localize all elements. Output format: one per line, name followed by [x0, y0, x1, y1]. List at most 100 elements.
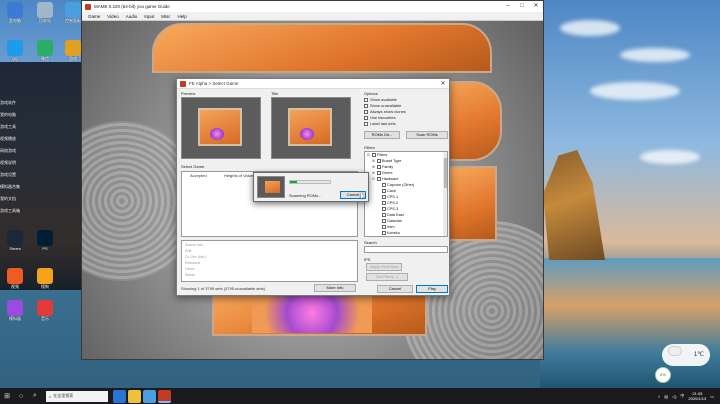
filter-tree-item[interactable]: CPS-2 [377, 201, 398, 205]
checkbox[interactable] [376, 177, 381, 181]
filter-tree-item[interactable]: CPS-1 [377, 195, 398, 199]
checkbox[interactable] [364, 115, 368, 120]
menu-help[interactable]: Help [177, 14, 186, 19]
search-icon[interactable]: ⌕ [28, 388, 42, 404]
roms-dir-button[interactable]: ROMs Dir... [364, 131, 400, 139]
checkbox[interactable] [376, 159, 381, 163]
set-filter-button[interactable]: Set Filter(...) [366, 273, 408, 281]
option-checkbox[interactable]: Always show clones [364, 109, 406, 114]
desktop-icon[interactable]: 此电脑 [4, 2, 26, 23]
checkbox[interactable] [381, 189, 386, 193]
scroll-thumb[interactable] [443, 158, 447, 188]
desktop-icon[interactable]: 搜狗 [34, 268, 56, 289]
task-view-icon[interactable]: ○ [14, 388, 28, 404]
filter-tree-item[interactable]: ⊞ Family [372, 165, 393, 169]
filter-tree-item[interactable]: Galaxian [377, 219, 402, 223]
checkbox[interactable] [381, 225, 386, 229]
notification-icon[interactable]: ▭ [710, 394, 714, 399]
menu-input[interactable]: Input [144, 14, 154, 19]
desktop-icon[interactable]: 微信 [34, 40, 56, 61]
checkbox[interactable] [381, 207, 386, 211]
scan-roms-button[interactable]: Scan ROMs [406, 131, 448, 139]
filter-tree-item[interactable]: Cave [377, 189, 396, 193]
checkbox[interactable] [364, 121, 368, 126]
minimize-button[interactable]: – [501, 1, 515, 12]
expand-toggle-icon[interactable]: ⊞ [372, 171, 375, 175]
desktop-icon[interactable]: Steam [4, 230, 26, 251]
close-button[interactable]: ✕ [529, 1, 543, 12]
checkbox[interactable] [376, 171, 381, 175]
main-title-bar[interactable]: MAME 0.220 (64-bit) you game Guide – □ ✕ [82, 1, 543, 12]
filter-tree-item[interactable]: CPS-3 [377, 207, 398, 211]
expand-toggle-icon[interactable]: ⊟ [372, 177, 375, 181]
more-info-button[interactable]: More Info [314, 284, 356, 292]
taskbar-search-icon: ⌕ [49, 393, 52, 399]
tray-language[interactable]: 中 [680, 393, 684, 399]
maximize-button[interactable]: □ [515, 1, 529, 12]
filter-tree[interactable]: ⊟ Filters ⊞ Board Type ⊞ Family ⊞ Genre ⊟ Hardwar… [364, 151, 448, 237]
option-checkbox[interactable]: Show available [364, 97, 397, 102]
info-line: Genre [185, 267, 195, 271]
explorer-app-icon[interactable] [128, 389, 141, 403]
clock-date: 2020/1/13 [688, 396, 707, 401]
expand-toggle-icon[interactable]: ⊞ [372, 165, 375, 169]
desktop-icon[interactable]: PS [34, 230, 56, 251]
filter-scrollbar[interactable] [443, 152, 447, 236]
checkbox[interactable] [381, 213, 386, 217]
checkbox[interactable] [364, 103, 368, 108]
checkbox[interactable] [381, 231, 386, 235]
column-header[interactable]: Accepted [190, 172, 207, 179]
filter-tree-item[interactable]: ⊟ Filters [367, 153, 387, 157]
expand-toggle-icon[interactable]: ⊟ [367, 153, 370, 157]
option-checkbox[interactable]: Show unavailable [364, 103, 401, 108]
play-button[interactable]: Play [416, 285, 448, 293]
dialog-title-bar[interactable]: FE Alpha > Select Game ✕ [177, 79, 449, 89]
column-header[interactable]: Heights of Values [224, 172, 255, 179]
desktop-icon[interactable]: 模拟器 [4, 300, 26, 321]
filter-tree-item[interactable]: Irem [377, 225, 395, 229]
menu-audio[interactable]: Audio [126, 14, 138, 19]
menu-misc[interactable]: Misc [161, 14, 170, 19]
scanning-popup[interactable]: Scanning ROMs... Cancel [253, 172, 369, 202]
edge-app-icon[interactable] [113, 389, 126, 403]
expand-toggle-icon[interactable]: ⊞ [372, 159, 375, 163]
tray-chevron-icon[interactable]: ˄ [658, 394, 660, 399]
filter-tree-item[interactable]: Data East [377, 213, 404, 217]
app-icon [65, 40, 81, 56]
desktop-icon[interactable]: 回收站 [34, 2, 56, 23]
desktop-icon[interactable]: 视频 [4, 268, 26, 289]
checkbox[interactable] [381, 201, 386, 205]
dialog-close-button[interactable]: ✕ [437, 80, 449, 87]
checkbox[interactable] [381, 219, 386, 223]
menu-video[interactable]: Video [107, 14, 118, 19]
mame-taskbar-icon[interactable] [158, 389, 171, 403]
taskbar-search-input[interactable]: ⌕ 在这里搜索 [46, 390, 108, 402]
checkbox[interactable] [364, 97, 368, 102]
desktop-icon[interactable]: QQ [4, 40, 26, 61]
search-input[interactable] [364, 246, 448, 253]
cancel-button[interactable]: Cancel [377, 285, 413, 293]
info-line: Co Dev (info) [185, 255, 206, 259]
checkbox[interactable] [376, 165, 381, 169]
apply-filter-button[interactable]: Apply Find Now [366, 263, 402, 271]
store-app-icon[interactable] [143, 389, 156, 403]
option-checkbox[interactable]: Label last sets [364, 121, 396, 126]
checkbox[interactable] [364, 109, 368, 114]
checkbox[interactable] [381, 195, 386, 199]
volume-icon[interactable]: ◁) [672, 394, 676, 399]
menu-game[interactable]: Game [88, 14, 100, 19]
checkbox[interactable] [381, 183, 386, 187]
filter-tree-item[interactable]: ⊞ Board Type [372, 159, 401, 163]
filter-tree-item[interactable]: Capcom (Other) [377, 183, 414, 187]
desktop-icon[interactable]: 音乐 [34, 300, 56, 321]
option-checkbox[interactable]: Use favourites [364, 115, 396, 120]
speed-gadget[interactable]: 6% [655, 367, 671, 383]
start-button[interactable]: ⊞ [0, 388, 14, 404]
filter-tree-item[interactable]: ⊞ Genre [372, 171, 393, 175]
filter-tree-item[interactable]: Kaneko [377, 231, 400, 235]
checkbox[interactable] [371, 153, 376, 157]
clock[interactable]: 21:05 2020/1/13 [688, 391, 706, 401]
filter-tree-item[interactable]: ⊟ Hardware [372, 177, 398, 181]
network-icon[interactable]: ▤ [664, 394, 668, 399]
filter-label: Filters [377, 153, 388, 157]
